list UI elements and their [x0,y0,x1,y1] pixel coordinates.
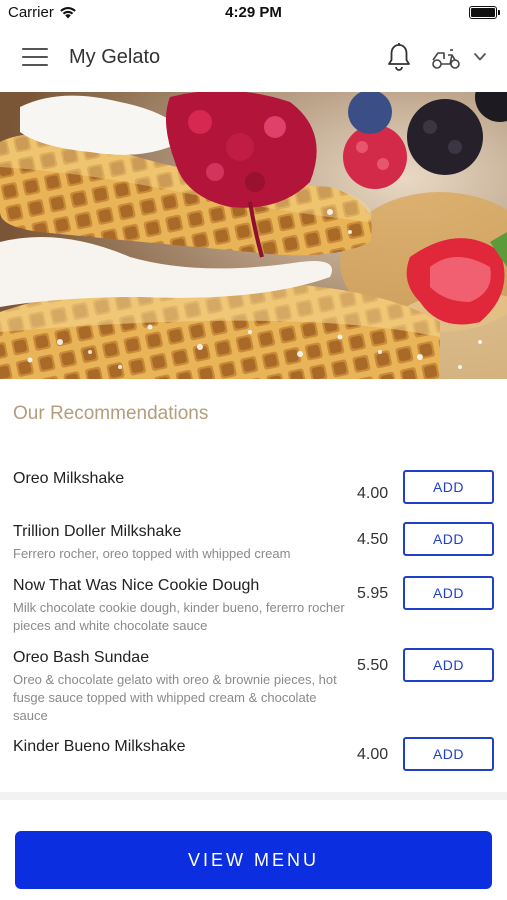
add-button[interactable]: ADD [403,522,494,556]
item-name: Trillion Doller Milkshake [13,523,182,540]
page-title: My Gelato [69,46,161,68]
chevron-down-icon[interactable] [472,50,488,64]
scooter-icon[interactable] [430,45,462,71]
divider [0,792,507,800]
view-menu-button[interactable]: VIEW MENU [15,831,492,889]
item-name: Now That Was Nice Cookie Dough [13,577,260,594]
section-title: Our Recommendations [13,403,209,424]
item-name: Kinder Bueno Milkshake [13,738,186,755]
item-name: Oreo Milkshake [13,470,125,487]
hero-image [0,92,507,379]
hamburger-menu-icon[interactable] [22,48,48,68]
add-button[interactable]: ADD [403,470,494,504]
item-price: 5.50 [357,657,389,674]
item-name: Oreo Bash Sundae [13,649,150,666]
item-description: Ferrero rocher, oreo topped with whipped… [13,546,291,561]
item-price: 4.00 [357,485,389,502]
add-button[interactable]: ADD [403,576,494,610]
add-button[interactable]: ADD [403,648,494,682]
item-price: 4.50 [357,531,389,548]
item-price: 5.95 [357,585,389,602]
status-time: 4:29 PM [225,4,282,21]
battery-full-icon [469,6,500,19]
item-description: Milk chocolate cookie dough, kinder buen… [13,600,345,633]
status-bar: Carrier 4:29 PM [0,0,507,26]
item-description: Oreo & chocolate gelato with oreo & brow… [13,672,337,723]
add-button[interactable]: ADD [403,737,494,771]
waffles-illustration [0,92,507,379]
app-header: My Gelato [0,26,507,92]
item-price: 4.00 [357,746,389,763]
bell-icon[interactable] [386,42,412,72]
